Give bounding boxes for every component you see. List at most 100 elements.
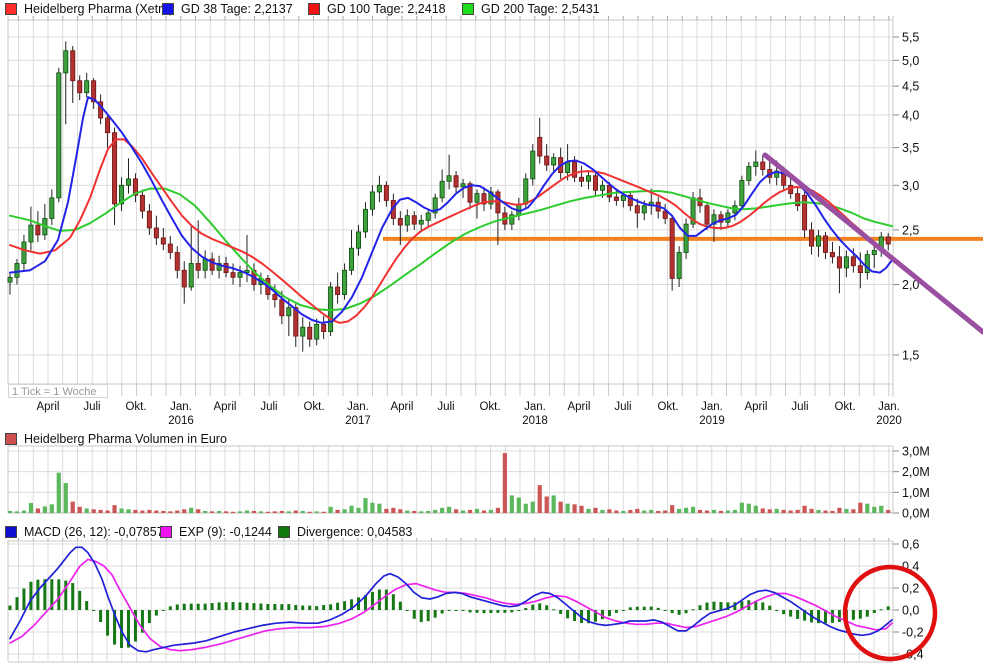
- candle-body: [531, 151, 535, 179]
- volume-bar: [126, 509, 130, 513]
- divergence-bar: [678, 610, 681, 615]
- candle-body: [642, 206, 646, 213]
- volume-bar: [147, 510, 151, 513]
- divergence-bar: [671, 610, 674, 613]
- candlestick-series: [8, 41, 890, 351]
- candle-body: [538, 137, 542, 156]
- candle-body: [496, 192, 500, 213]
- divergence-bar: [22, 589, 25, 610]
- candle-body: [545, 156, 549, 165]
- volume-bar: [168, 511, 172, 513]
- candle-body: [454, 176, 458, 187]
- divergence-bar: [183, 604, 186, 610]
- volume-bar: [628, 510, 632, 513]
- divergence-bar: [866, 610, 869, 617]
- candle-body: [356, 232, 360, 248]
- candle-body: [844, 257, 848, 268]
- volume-bar: [377, 504, 381, 513]
- candle-body: [182, 270, 186, 287]
- candle-body: [572, 162, 576, 177]
- candle-body: [147, 211, 151, 228]
- divergence-bar: [211, 603, 214, 610]
- volume-bar: [712, 510, 716, 513]
- price-tick-label: 4,0: [902, 108, 919, 122]
- month-label: Jan.: [701, 401, 723, 413]
- volume-bar: [844, 509, 848, 513]
- volume-bar: [726, 511, 730, 513]
- year-label: 2020: [876, 415, 902, 427]
- volume-bar: [356, 508, 360, 513]
- volume-bar: [816, 510, 820, 513]
- volume-bar: [517, 497, 521, 513]
- divergence-bar: [615, 610, 618, 613]
- divergence-bar: [71, 583, 74, 610]
- volume-bar: [677, 509, 681, 513]
- volume-bar: [538, 485, 542, 513]
- divergence-bar: [15, 597, 18, 610]
- volume-tick-label: 1,0M: [902, 486, 930, 500]
- divergence-bar: [239, 602, 242, 610]
- divergence-bar: [706, 602, 709, 610]
- volume-bar: [830, 511, 834, 513]
- candle-body: [168, 244, 172, 252]
- candle-body: [280, 300, 284, 316]
- candle-body: [419, 220, 423, 224]
- volume-tick-label: 2,0M: [902, 465, 930, 479]
- volume-bar: [231, 512, 235, 513]
- candle-body: [189, 263, 193, 287]
- divergence-bar: [685, 610, 688, 613]
- volume-bar: [175, 511, 179, 513]
- volume-tick-label: 3,0M: [902, 444, 930, 458]
- volume-bar: [642, 511, 646, 513]
- volume-bar: [545, 496, 549, 513]
- divergence-bar: [448, 610, 451, 611]
- candle-body: [552, 158, 556, 165]
- divergence-bar: [218, 602, 221, 610]
- volume-bar: [85, 508, 89, 513]
- divergence-bar: [9, 606, 12, 610]
- volume-bar: [140, 511, 144, 513]
- divergence-bar: [197, 604, 200, 610]
- candle-body: [816, 236, 820, 246]
- month-label: Okt.: [125, 401, 146, 413]
- volume-bar: [524, 504, 528, 513]
- candle-body: [621, 195, 625, 200]
- month-label: Juli: [260, 401, 277, 413]
- divergence-bar: [796, 610, 799, 619]
- month-label: Jan.: [170, 401, 192, 413]
- candle-body: [830, 252, 834, 256]
- volume-panel: 3,0M2,0M1,0M0,0M: [8, 444, 930, 520]
- chart-canvas: 5,55,04,54,03,53,02,52,01,51 Tick = 1 Wo…: [0, 0, 983, 670]
- divergence-bar: [259, 604, 262, 610]
- candle-body: [524, 179, 528, 204]
- volume-bar: [196, 509, 200, 513]
- volume-bar: [851, 509, 855, 513]
- highlight-circle-annotation: [845, 567, 935, 659]
- divergence-bar: [608, 610, 611, 616]
- volume-bar: [740, 503, 744, 513]
- divergence-bar: [469, 610, 472, 612]
- volume-bar: [50, 504, 54, 513]
- volume-bar: [92, 509, 96, 513]
- volume-bar: [698, 510, 702, 513]
- volume-bar: [649, 510, 653, 513]
- candle-body: [363, 209, 367, 232]
- volume-bar: [489, 510, 493, 513]
- volume-bar: [217, 511, 221, 513]
- month-label: April: [567, 401, 590, 413]
- divergence-bar: [106, 610, 109, 636]
- divergence-bar: [664, 610, 667, 611]
- year-label: 2017: [345, 415, 371, 427]
- volume-bar: [203, 511, 207, 513]
- candle-body: [851, 257, 855, 266]
- candle-body: [440, 181, 444, 198]
- divergence-bar: [852, 610, 855, 620]
- candle-body: [64, 51, 68, 73]
- divergence-bar: [176, 604, 179, 610]
- candle-body: [301, 327, 305, 336]
- candle-body: [57, 73, 61, 198]
- candle-body: [705, 206, 709, 224]
- divergence-bar: [719, 602, 722, 610]
- divergence-bar: [775, 610, 778, 611]
- divergence-bar: [789, 610, 792, 617]
